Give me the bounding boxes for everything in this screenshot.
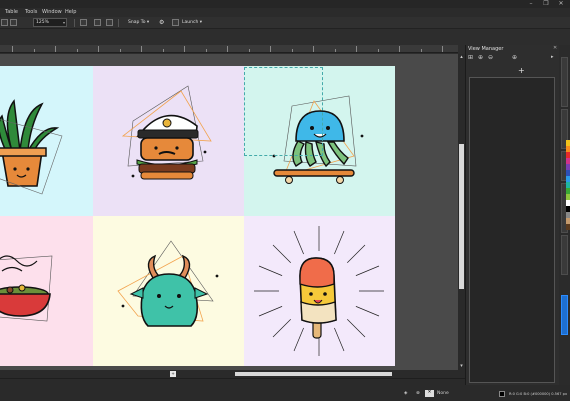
- outline-color-swatch[interactable]: [499, 391, 505, 397]
- docker-toolbar: ⊞ ⊕ ⊖ ⊕ ▸: [468, 54, 558, 63]
- vertical-scroll-thumb[interactable]: [459, 144, 464, 289]
- zoom-fit-icon[interactable]: ⊕: [512, 54, 517, 61]
- fill-indicator-icon[interactable]: ◈: [404, 391, 407, 396]
- docker-menu-icon[interactable]: ▸: [551, 54, 554, 60]
- horizontal-ruler: [0, 45, 458, 53]
- menu-item-tools[interactable]: Tools: [25, 9, 37, 15]
- fill-label: None: [437, 391, 449, 396]
- view-manager-docker: View Manager ✕ ⊞ ⊕ ⊖ ⊕ ▸ +: [465, 45, 559, 385]
- docker-tab[interactable]: [561, 57, 568, 107]
- toolbox-strip: [0, 29, 465, 45]
- property-bar: 125% ▾ Snap To ▾ ⚙ Launch ▾: [0, 17, 570, 29]
- tile-burger-captain[interactable]: [93, 66, 244, 216]
- close-icon[interactable]: ✕: [557, 1, 565, 7]
- snap-to-dropdown[interactable]: Snap To ▾: [128, 20, 149, 25]
- launch-icon[interactable]: [172, 19, 179, 26]
- chevron-down-icon: ▾: [62, 20, 65, 25]
- launch-label: Launch: [182, 20, 199, 25]
- title-bar: – ❐ ✕: [0, 0, 570, 8]
- docker-tab-view-manager[interactable]: [561, 295, 568, 335]
- drawing-canvas[interactable]: [0, 54, 458, 370]
- docker-close-icon[interactable]: ✕: [553, 45, 557, 51]
- minimize-icon[interactable]: –: [527, 1, 535, 7]
- fit-page-icon[interactable]: [80, 19, 87, 26]
- document-page[interactable]: [0, 66, 395, 366]
- outline-indicator-icon: ⊗: [416, 391, 420, 396]
- scroll-down-icon[interactable]: ▾: [458, 363, 465, 370]
- vertical-scrollbar[interactable]: ▴ ▾: [458, 54, 465, 370]
- separator: [74, 19, 75, 27]
- zoom-in-icon[interactable]: ⊕: [478, 54, 483, 61]
- tile-plant-pot[interactable]: [0, 66, 93, 216]
- separator: [118, 19, 119, 27]
- menu-bar: Table Tools Window Help: [0, 8, 570, 17]
- tile-pot-dish[interactable]: [0, 216, 93, 366]
- zoom-level-select[interactable]: 125% ▾: [33, 18, 67, 27]
- zoom-level-value: 125%: [36, 20, 49, 25]
- scroll-up-icon[interactable]: ▴: [458, 54, 465, 61]
- fit-width-icon[interactable]: [94, 19, 101, 26]
- docker-tab[interactable]: [561, 235, 568, 275]
- page-orientation-icon[interactable]: [10, 19, 17, 26]
- horizontal-scroll-thumb[interactable]: [235, 372, 392, 376]
- tile-octopus-skateboard[interactable]: [244, 66, 395, 216]
- no-fill-swatch[interactable]: ✕: [425, 390, 434, 397]
- page-size-icon[interactable]: [1, 19, 8, 26]
- zoom-out-icon[interactable]: ⊖: [488, 54, 493, 61]
- restore-icon[interactable]: ❐: [542, 1, 550, 7]
- gear-icon[interactable]: ⚙: [159, 19, 164, 26]
- menu-item-help[interactable]: Help: [65, 9, 76, 15]
- fit-height-icon[interactable]: [106, 19, 113, 26]
- add-view-plus-icon[interactable]: +: [518, 66, 525, 75]
- color-palette[interactable]: [566, 140, 570, 230]
- tile-goat-monster[interactable]: [93, 216, 244, 366]
- add-view-icon[interactable]: ⊞: [468, 54, 473, 61]
- horizontal-scrollbar[interactable]: +: [0, 370, 465, 378]
- page-nav-icon[interactable]: +: [170, 371, 176, 377]
- docker-title: View Manager: [468, 46, 504, 52]
- menu-item-window[interactable]: Window: [42, 9, 62, 15]
- menu-item-table[interactable]: Table: [5, 9, 18, 15]
- snap-to-label: Snap To: [128, 20, 146, 25]
- launch-dropdown[interactable]: Launch ▾: [182, 20, 202, 25]
- tile-popsicle[interactable]: [244, 216, 395, 366]
- view-list[interactable]: [469, 77, 555, 383]
- outline-readout: R:0 G:0 B:0 (#000000) 0.567 px: [509, 392, 568, 396]
